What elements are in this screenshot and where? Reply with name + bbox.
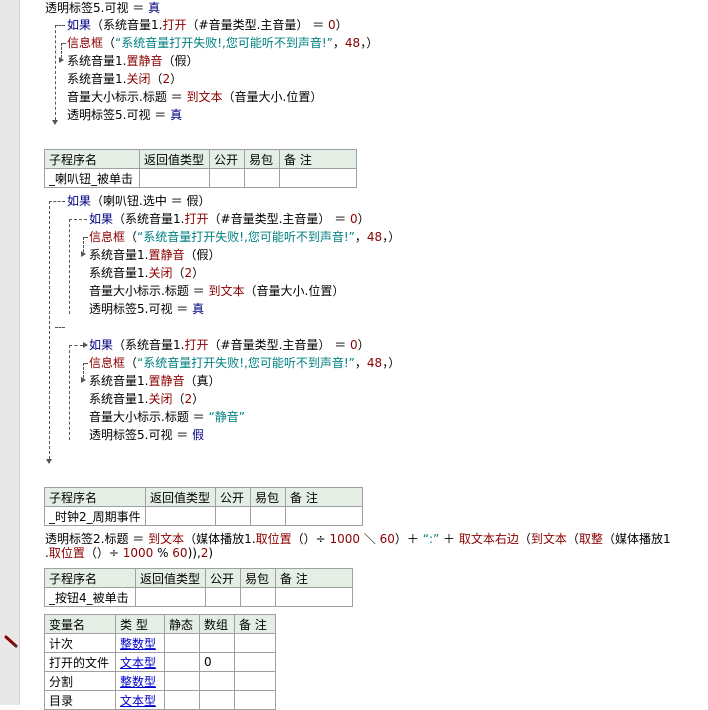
- header-cell: 返回值类型: [145, 487, 216, 507]
- header-cell: 类 型: [115, 614, 165, 634]
- type-link[interactable]: 文本型: [120, 694, 156, 708]
- code-line[interactable]: 系统音量1.关闭（2）: [67, 71, 182, 87]
- code-line[interactable]: 系统音量1.置静音（真）: [89, 373, 221, 389]
- breakpoint-pencil-icon[interactable]: [4, 634, 18, 648]
- subroutine-name-cell[interactable]: _按钮4_被单击: [44, 587, 136, 607]
- string-literal: “系统音量打开失败!,您可能听不到声音!”: [115, 36, 333, 50]
- header-cell: 备 注: [279, 149, 357, 169]
- type-link[interactable]: 整数型: [120, 637, 156, 651]
- code-line[interactable]: 透明标签5.可视 ＝ 真: [45, 0, 160, 16]
- flow-arrow-icon: [46, 459, 52, 464]
- header-cell: 子程序名: [44, 487, 146, 507]
- table-row[interactable]: 目录 文本型: [44, 690, 276, 710]
- header-cell: 公开: [209, 149, 245, 169]
- header-cell: 数组: [199, 614, 235, 634]
- table-row[interactable]: 分割 整数型: [44, 671, 276, 691]
- header-cell: 备 注: [285, 487, 363, 507]
- code-line[interactable]: 如果（系统音量1.打开（#音量类型.主音量） ＝ 0）: [89, 211, 370, 227]
- code-line[interactable]: 信息框（“系统音量打开失败!,您可能听不到声音!”，48，）: [67, 35, 378, 51]
- public-cell[interactable]: [209, 168, 245, 188]
- return-type-cell[interactable]: [139, 168, 210, 188]
- easy-pack-cell[interactable]: [250, 506, 286, 526]
- table-row[interactable]: 打开的文件 文本型 0: [44, 652, 276, 672]
- header-cell: 公开: [205, 568, 241, 588]
- object-ref: 透明标签5: [45, 1, 101, 15]
- boolean-value: 真: [148, 1, 161, 15]
- header-cell: 公开: [215, 487, 251, 507]
- header-cell: 子程序名: [44, 568, 136, 588]
- public-cell[interactable]: [215, 506, 251, 526]
- code-line[interactable]: 如果（系统音量1.打开（#音量类型.主音量） ＝ 0）: [89, 337, 370, 353]
- note-cell[interactable]: [275, 587, 353, 607]
- subroutine-name-cell[interactable]: _时钟2_周期事件: [44, 506, 146, 526]
- header-cell: 备 注: [234, 614, 276, 634]
- code-line-wrap[interactable]: .取位置（）÷ 1000 % 60)),2): [45, 545, 213, 561]
- return-type-cell[interactable]: [145, 506, 216, 526]
- code-line[interactable]: 信息框（“系统音量打开失败!,您可能听不到声音!”，48，）: [89, 355, 400, 371]
- code-line[interactable]: 系统音量1.置静音（假）: [89, 247, 221, 263]
- note-cell[interactable]: [285, 506, 363, 526]
- header-cell: 子程序名: [44, 149, 140, 169]
- variable-table: 变量名 类 型 静态 数组 备 注 计次 整数型 打开的文件 文本型 0 分割 …: [44, 614, 276, 710]
- code-line[interactable]: 系统音量1.关闭（2）: [89, 391, 204, 407]
- subroutine-table: 子程序名 返回值类型 公开 易包 备 注 _按钮4_被单击: [44, 568, 353, 607]
- type-link[interactable]: 整数型: [120, 675, 156, 689]
- code-line[interactable]: 透明标签5.可视 ＝ 真: [89, 301, 204, 317]
- code-line[interactable]: 音量大小标示.标题 ＝ “静音”: [89, 409, 245, 425]
- type-link[interactable]: 文本型: [120, 656, 156, 670]
- flow-arrow-icon: [81, 251, 86, 257]
- return-type-cell[interactable]: [135, 587, 206, 607]
- header-cell: 静态: [164, 614, 200, 634]
- code-line[interactable]: 信息框（“系统音量打开失败!,您可能听不到声音!”，48，）: [89, 229, 400, 245]
- header-cell: 返回值类型: [135, 568, 206, 588]
- code-line[interactable]: 透明标签5.可视 ＝ 真: [67, 107, 182, 123]
- table-row[interactable]: 计次 整数型: [44, 633, 276, 653]
- code-line[interactable]: 如果（喇叭钮.选中 ＝ 假）: [67, 193, 210, 209]
- header-cell: 备 注: [275, 568, 353, 588]
- line-gutter[interactable]: [0, 0, 20, 705]
- header-cell: 易包: [250, 487, 286, 507]
- header-cell: 返回值类型: [139, 149, 210, 169]
- easy-pack-cell[interactable]: [244, 168, 280, 188]
- header-cell: 易包: [244, 149, 280, 169]
- note-cell[interactable]: [279, 168, 357, 188]
- subroutine-table: 子程序名 返回值类型 公开 易包 备 注 _喇叭钮_被单击: [44, 149, 357, 188]
- easy-pack-cell[interactable]: [240, 587, 276, 607]
- code-line[interactable]: 音量大小标示.标题 ＝ 到文本（音量大小.位置）: [89, 283, 344, 299]
- code-line[interactable]: 系统音量1.置静音（假）: [67, 53, 199, 69]
- property-ref: 可视: [104, 1, 129, 15]
- code-line[interactable]: 如果（系统音量1.打开（#音量类型.主音量） ＝ 0）: [67, 17, 348, 33]
- code-line[interactable]: 透明标签5.可视 ＝ 假: [89, 427, 204, 443]
- flow-arrow-icon: [81, 377, 86, 383]
- code-line[interactable]: 系统音量1.关闭（2）: [89, 265, 204, 281]
- code-line[interactable]: 音量大小标示.标题 ＝ 到文本（音量大小.位置）: [67, 89, 322, 105]
- flow-arrow-icon: [52, 120, 58, 125]
- flow-arrow-icon: [59, 57, 64, 63]
- if-keyword: 如果: [67, 18, 92, 32]
- subroutine-name-cell[interactable]: _喇叭钮_被单击: [44, 168, 140, 188]
- public-cell[interactable]: [205, 587, 241, 607]
- flow-arrow-icon: [83, 342, 88, 348]
- header-cell: 易包: [240, 568, 276, 588]
- header-cell: 变量名: [44, 614, 116, 634]
- subroutine-table: 子程序名 返回值类型 公开 易包 备 注 _时钟2_周期事件: [44, 487, 363, 526]
- if-keyword: 如果: [67, 194, 92, 208]
